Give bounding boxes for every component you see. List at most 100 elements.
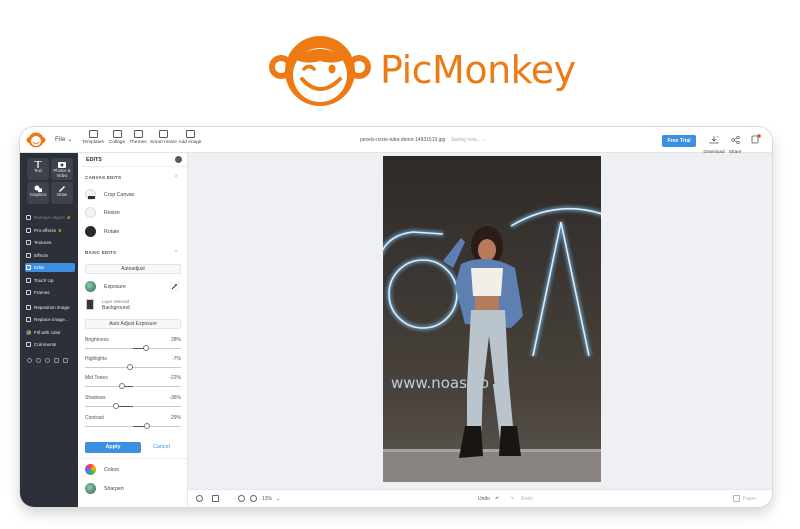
redo-icon[interactable]: ↷ <box>510 496 514 502</box>
slider-knob[interactable] <box>119 383 126 389</box>
share-button[interactable]: Share <box>727 131 743 155</box>
notification-icon[interactable] <box>751 134 761 144</box>
download-button[interactable]: Download <box>703 131 725 155</box>
pencil-icon <box>59 186 65 192</box>
templates-button[interactable]: Templates <box>80 130 106 152</box>
file-name[interactable]: pexels-ozzie-tuba-demir-14931519.jpg Sav… <box>360 137 486 143</box>
app-logo-icon[interactable] <box>26 131 46 149</box>
layer-selected-label: Layer selected <box>102 299 130 304</box>
autoadjust-button[interactable]: Autoadjust <box>85 264 181 274</box>
sidebar-item-effects[interactable]: Effects <box>25 251 75 260</box>
brightness-slider[interactable]: Brightness 28% <box>85 337 181 357</box>
slider-track[interactable] <box>85 406 181 407</box>
photos-video-button[interactable]: Photos & Video <box>51 158 73 180</box>
layer-thumbnail <box>86 299 94 310</box>
crop-canvas-option[interactable]: Crop Canvas <box>85 188 181 202</box>
highlights-slider[interactable]: Highlights -7% <box>85 356 181 376</box>
undo-button[interactable]: Undo <box>478 496 490 502</box>
midtones-slider[interactable]: Mid Tones -22% <box>85 375 181 395</box>
slider-track[interactable] <box>85 386 181 387</box>
panel-divider <box>78 458 187 459</box>
touch-up-icon <box>26 278 31 283</box>
sidebar-item-edits[interactable]: Edits <box>25 263 75 272</box>
heart-icon[interactable] <box>36 358 41 363</box>
app-window: File ⌄ Templates Collage Themes Smart re… <box>20 127 772 507</box>
sidebar-item-reposition-image[interactable]: Reposition image <box>25 303 75 312</box>
sidebar-item-comments[interactable]: Comments <box>25 340 75 349</box>
basic-edits-header[interactable]: BASIC EDITS <box>85 250 183 255</box>
templates-icon <box>88 130 98 138</box>
add-image-icon <box>185 130 195 138</box>
bottom-toolbar: 13% ⌄ Undo ↶ ↷ Redo Paper <box>188 489 772 507</box>
crop-icon[interactable] <box>54 358 59 363</box>
sidebar-item-frames[interactable]: Frames <box>25 288 75 297</box>
textures-icon <box>26 240 31 245</box>
sidebar-item-fill-with-color[interactable]: Fill with color <box>25 328 75 337</box>
marketing-stage: PicMonkey File ⌄ Templates Collage Theme… <box>0 0 800 529</box>
remove-object-icon <box>26 215 31 220</box>
chevron-up-icon[interactable]: ⌃ <box>174 250 178 256</box>
grid-icon[interactable] <box>63 358 68 363</box>
undo-circle-icon[interactable] <box>27 358 32 363</box>
colors-option[interactable]: Colors <box>85 463 181 477</box>
sidebar-item-pro-effects[interactable]: Pro effects ♛ <box>25 226 75 235</box>
undo-icon[interactable]: ↶ <box>495 496 499 502</box>
canvas-area[interactable]: www.noas.co <box>188 153 772 493</box>
auto-adjust-exposure-button[interactable]: Auto Adjust Exposure <box>85 319 181 329</box>
cancel-button[interactable]: Cancel <box>153 444 170 450</box>
eyedropper-icon[interactable] <box>170 282 179 291</box>
panel-title: EDITS <box>86 157 102 163</box>
sidebar-item-remove-object[interactable]: Remove object ♛ <box>25 213 75 222</box>
zoom-dropdown-chevron-icon[interactable]: ⌄ <box>276 496 280 502</box>
slider-knob[interactable] <box>126 364 133 370</box>
slider-knob[interactable] <box>112 403 119 409</box>
left-sidebar: Text Photos & Video Graphics Draw Remove… <box>20 153 78 507</box>
sidebar-item-replace-image[interactable]: Replace image... <box>25 315 75 324</box>
zoom-out-icon[interactable] <box>238 495 245 502</box>
info-icon[interactable] <box>175 156 182 163</box>
text-tool-button[interactable]: Text <box>27 158 49 180</box>
layer-name: Background <box>102 305 130 311</box>
sharpen-option[interactable]: Sharpen <box>85 482 181 496</box>
colors-icon <box>85 464 96 475</box>
themes-button[interactable]: Themes <box>125 130 151 152</box>
file-name-text: pexels-ozzie-tuba-demir-14931519.jpg <box>360 137 446 143</box>
smart-resize-icon <box>158 130 168 138</box>
monkey-logo-icon <box>269 36 371 106</box>
frames-icon <box>26 290 31 295</box>
picmonkey-logo: PicMonkey <box>268 33 576 109</box>
paper-button[interactable]: Paper <box>743 496 756 502</box>
photo-canvas[interactable]: www.noas.co <box>383 156 601 482</box>
sidebar-item-touch-up[interactable]: Touch Up <box>25 276 75 285</box>
sidebar-item-textures[interactable]: Textures <box>25 238 75 247</box>
zoom-level[interactable]: 13% <box>262 496 272 502</box>
add-image-button[interactable]: Add image <box>177 130 203 152</box>
panel-header: EDITS <box>78 153 187 167</box>
zoom-in-icon[interactable] <box>250 495 257 502</box>
slider-knob[interactable] <box>143 345 150 351</box>
graphics-button[interactable]: Graphics <box>27 182 49 204</box>
exposure-option[interactable]: Exposure <box>85 280 181 294</box>
contrast-slider[interactable]: Contrast 29% <box>85 415 181 435</box>
compare-icon[interactable] <box>212 495 219 502</box>
draw-button[interactable]: Draw <box>51 182 73 204</box>
free-trial-button[interactable]: Free Trial <box>662 135 696 147</box>
slider-knob[interactable] <box>143 423 150 429</box>
graphics-icon <box>34 185 42 192</box>
paper-icon[interactable] <box>733 495 740 502</box>
apply-button[interactable]: Apply <box>85 442 141 453</box>
file-menu[interactable]: File ⌄ <box>55 135 73 143</box>
resize-option[interactable]: Resize <box>85 206 181 220</box>
smart-resize-button[interactable]: Smart resize <box>150 130 177 152</box>
crown-icon: ♛ <box>66 215 71 220</box>
settings-icon[interactable] <box>196 495 203 502</box>
redo-button[interactable]: Redo <box>521 496 533 502</box>
crown-icon: ♛ <box>57 228 62 233</box>
rotate-option[interactable]: Rotate <box>85 225 181 239</box>
chevron-up-icon[interactable]: ⌃ <box>174 175 178 181</box>
layers-icon[interactable] <box>45 358 50 363</box>
edits-panel: EDITS CANVAS EDITS ⌃ Crop Canvas Resize … <box>78 153 188 507</box>
slider-track[interactable] <box>85 367 181 368</box>
shadows-slider[interactable]: Shadows -36% <box>85 395 181 415</box>
canvas-edits-header[interactable]: CANVAS EDITS <box>85 175 183 180</box>
